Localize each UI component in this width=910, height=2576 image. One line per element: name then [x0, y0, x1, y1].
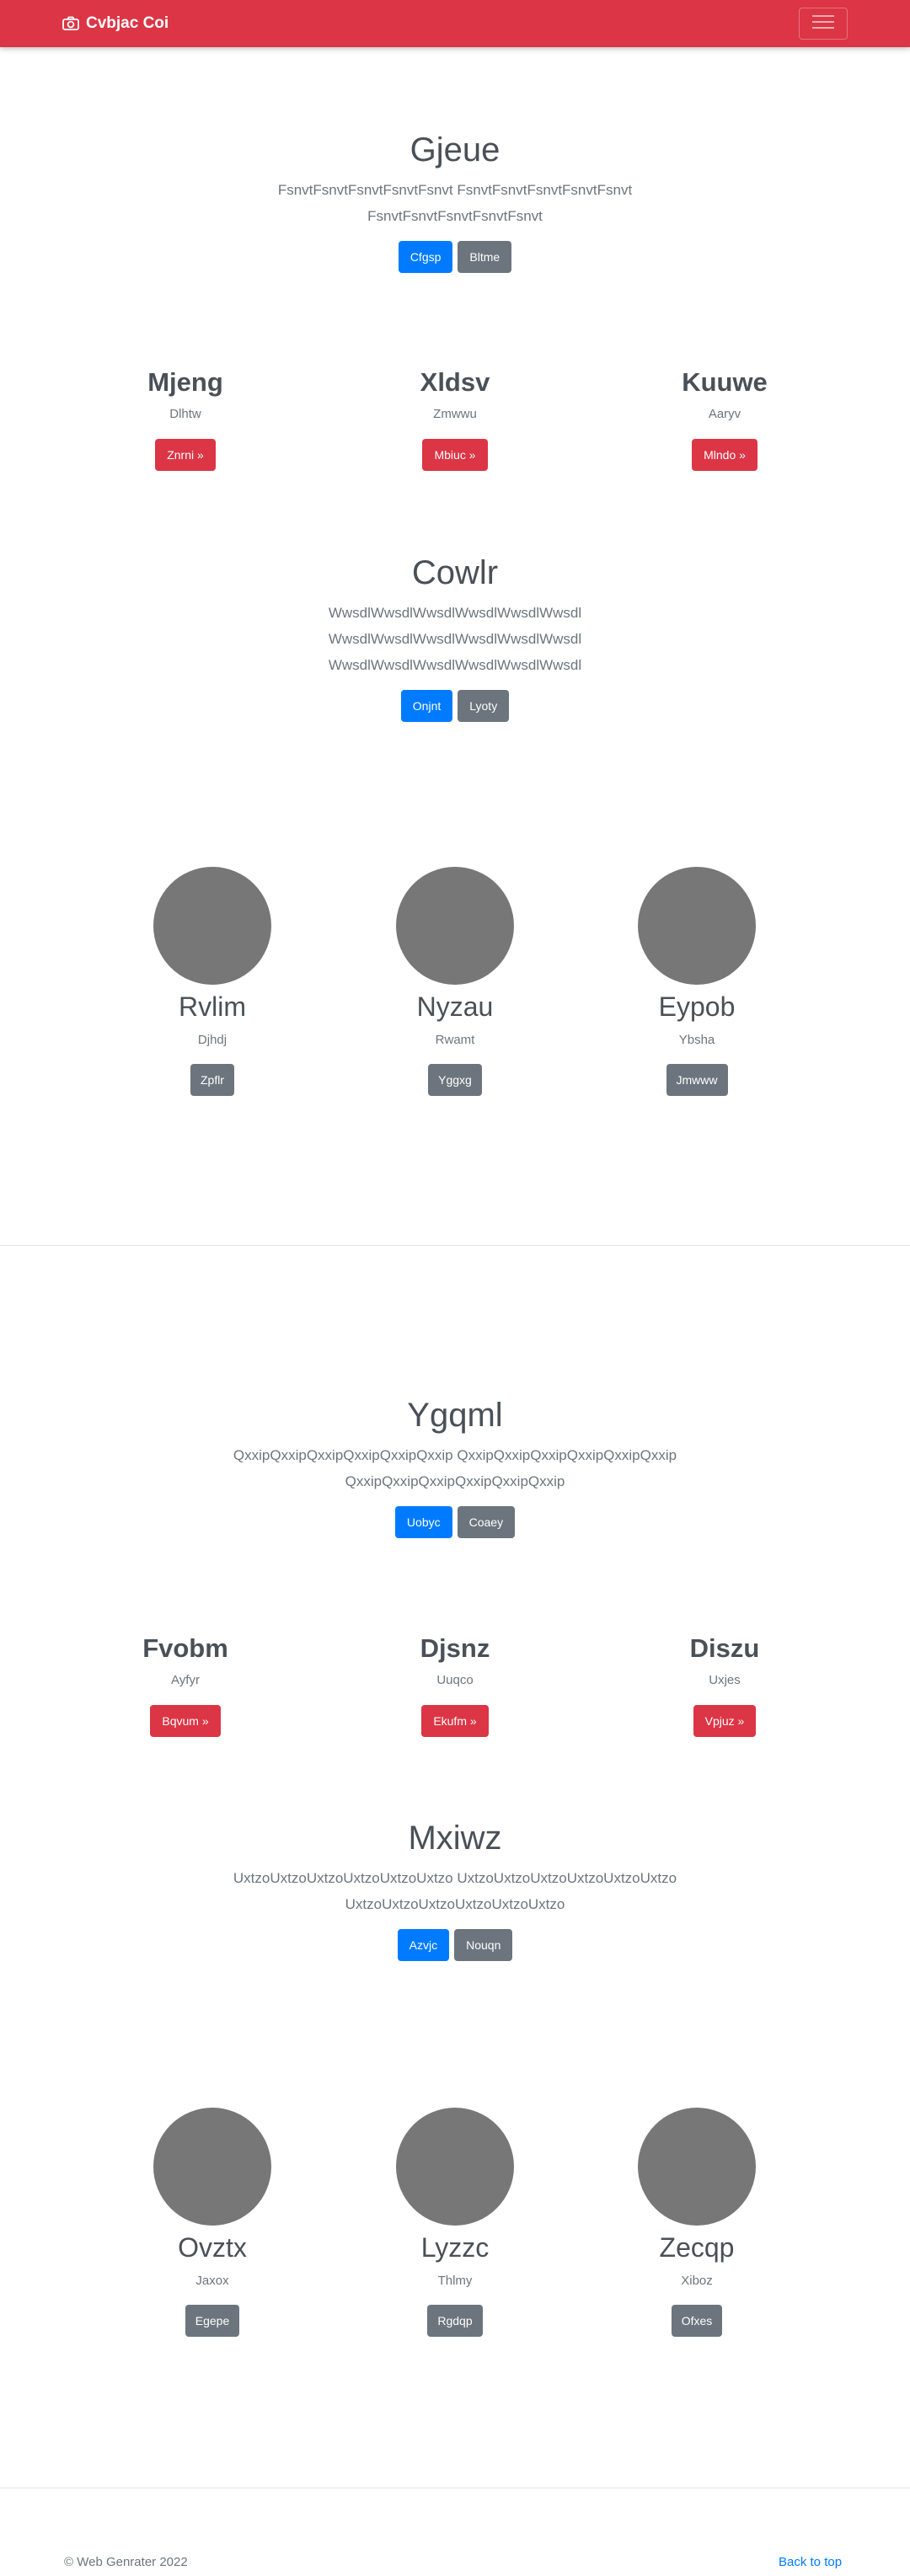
avatar-placeholder [153, 2108, 271, 2226]
profile-text: Ybsha [678, 1033, 715, 1047]
jumbotron-section-4: Mxiwz UxtzoUxtzoUxtzoUxtzoUxtzoUxtzo Uxt… [0, 1818, 910, 1961]
column-text: Zmwwu [433, 407, 477, 421]
feature-column: Xldsv Zmwwu Mbiuc » [303, 366, 607, 471]
section-lead: UxtzoUxtzoUxtzoUxtzoUxtzoUxtzo UxtzoUxtz… [202, 1865, 708, 1917]
column-heading: Fvobm [142, 1633, 228, 1663]
column-text: Uxjes [709, 1673, 741, 1687]
profile-button[interactable]: Jmwww [666, 1064, 728, 1096]
lead-line: WwsdlWwsdlWwsdlWwsdlWwsdlWwsdl [328, 657, 582, 673]
feature-column: Djsnz Uuqco Ekufm » [303, 1633, 607, 1737]
avatar-placeholder [638, 2108, 756, 2226]
profile-text: Xiboz [681, 2274, 713, 2288]
profile-button[interactable]: Zpflr [190, 1064, 234, 1096]
secondary-button[interactable]: Nouqn [454, 1929, 513, 1961]
profile-button[interactable]: Rgdqp [427, 2305, 483, 2337]
profile-name: Ovztx [178, 2232, 247, 2263]
profile-card: Eypob Ybsha Jmwww [587, 867, 806, 1096]
primary-button[interactable]: Azvjc [397, 1929, 450, 1961]
section-title: Mxiwz [408, 1820, 502, 1857]
feature-column: Kuuwe Aaryv Mlndo » [573, 366, 876, 471]
column-heading: Kuuwe [682, 367, 768, 397]
section-title: Ygqml [407, 1397, 503, 1434]
column-button[interactable]: Mlndo » [692, 439, 757, 471]
profile-card: Lyzzc Thlmy Rgdqp [345, 2108, 565, 2337]
column-heading: Djsnz [420, 1633, 490, 1663]
feature-column: Diszu Uxjes Vpjuz » [573, 1633, 876, 1737]
profile-button[interactable]: Egepe [185, 2305, 240, 2337]
lead-line: UxtzoUxtzoUxtzoUxtzoUxtzoUxtzo UxtzoUxtz… [233, 1870, 677, 1886]
secondary-button[interactable]: Lyoty [458, 690, 510, 722]
column-button[interactable]: Mbiuc » [422, 439, 488, 471]
column-button[interactable]: Bqvum » [150, 1705, 221, 1737]
column-text: Uuqco [436, 1673, 474, 1687]
profile-name: Lyzzc [420, 2232, 490, 2263]
column-button[interactable]: Znrni » [155, 439, 216, 471]
secondary-button[interactable]: Bltme [458, 241, 512, 273]
column-button[interactable]: Vpjuz » [693, 1705, 757, 1737]
profile-text: Jaxox [195, 2274, 229, 2288]
secondary-button[interactable]: Coaey [457, 1506, 516, 1538]
profile-name: Eypob [658, 991, 736, 1022]
jumbotron-section-2: Cowlr WwsdlWwsdlWwsdlWwsdlWwsdlWwsdl Wws… [0, 553, 910, 722]
column-heading: Diszu [689, 1633, 760, 1663]
profile-button[interactable]: Yggxg [428, 1064, 482, 1096]
footer-copyright: © Web Genrater 2022 [64, 2555, 188, 2569]
profile-button[interactable]: Ofxes [671, 2305, 723, 2337]
section-divider [0, 1245, 910, 1246]
column-heading: Mjeng [147, 367, 223, 397]
jumbotron-section-1: Gjeue FsnvtFsnvtFsnvtFsnvtFsnvt FsnvtFsn… [0, 130, 910, 273]
primary-button[interactable]: Onjnt [400, 690, 453, 722]
profile-card: Nyzau Rwamt Yggxg [345, 867, 565, 1096]
profile-text: Thlmy [437, 2274, 473, 2288]
feature-column: Mjeng Dlhtw Znrni » [34, 366, 337, 471]
lead-line: FsnvtFsnvtFsnvtFsnvtFsnvt FsnvtFsnvtFsnv… [277, 182, 633, 198]
section-title: Gjeue [410, 131, 500, 168]
jumbotron-section-3: Ygqml QxxipQxxipQxxipQxxipQxxipQxxip Qxx… [0, 1395, 910, 1538]
profile-name: Nyzau [416, 991, 494, 1022]
primary-button[interactable]: Cfgsp [398, 241, 453, 273]
section-lead: WwsdlWwsdlWwsdlWwsdlWwsdlWwsdl WwsdlWwsd… [286, 600, 624, 678]
feature-column: Fvobm Ayfyr Bqvum » [34, 1633, 337, 1737]
navbar: Cvbjac Coi [0, 0, 910, 47]
section-title: Cowlr [411, 554, 499, 591]
profile-card: Rvlim Djhdj Zpflr [103, 867, 322, 1096]
lead-line: QxxipQxxipQxxipQxxipQxxipQxxip [345, 1473, 565, 1489]
column-button[interactable]: Ekufm » [421, 1705, 489, 1737]
profile-text: Rwamt [435, 1033, 475, 1047]
lead-line: FsnvtFsnvtFsnvtFsnvtFsnvt [367, 208, 543, 224]
section-lead: FsnvtFsnvtFsnvtFsnvtFsnvt FsnvtFsnvtFsnv… [219, 177, 691, 229]
section-lead: QxxipQxxipQxxipQxxipQxxipQxxip QxxipQxxi… [202, 1442, 708, 1494]
avatar-placeholder [638, 867, 756, 985]
column-heading: Xldsv [420, 367, 490, 397]
lead-line: QxxipQxxipQxxipQxxipQxxipQxxip QxxipQxxi… [233, 1447, 677, 1463]
navbar-brand[interactable]: Cvbjac Coi [62, 13, 169, 34]
avatar-placeholder [396, 2108, 514, 2226]
lead-line: WwsdlWwsdlWwsdlWwsdlWwsdlWwsdl [328, 631, 582, 647]
profile-card: Ovztx Jaxox Egepe [103, 2108, 322, 2337]
hamburger-menu-icon [811, 13, 835, 35]
avatar-placeholder [153, 867, 271, 985]
profile-name: Rvlim [179, 991, 246, 1022]
lead-line: WwsdlWwsdlWwsdlWwsdlWwsdlWwsdl [328, 605, 582, 621]
column-text: Aaryv [708, 407, 741, 421]
navbar-toggler-button[interactable] [799, 8, 848, 40]
profile-card: Zecqp Xiboz Ofxes [587, 2108, 806, 2337]
camera-icon [62, 16, 79, 31]
primary-button[interactable]: Uobyc [394, 1506, 452, 1538]
column-text: Dlhtw [169, 407, 201, 421]
brand-label: Cvbjac Coi [86, 14, 169, 32]
profile-text: Djhdj [197, 1033, 228, 1047]
back-to-top-link[interactable]: Back to top [779, 2555, 842, 2569]
avatar-placeholder [396, 867, 514, 985]
column-text: Ayfyr [171, 1673, 200, 1687]
profile-name: Zecqp [659, 2232, 735, 2263]
lead-line: UxtzoUxtzoUxtzoUxtzoUxtzoUxtzo [345, 1896, 565, 1912]
